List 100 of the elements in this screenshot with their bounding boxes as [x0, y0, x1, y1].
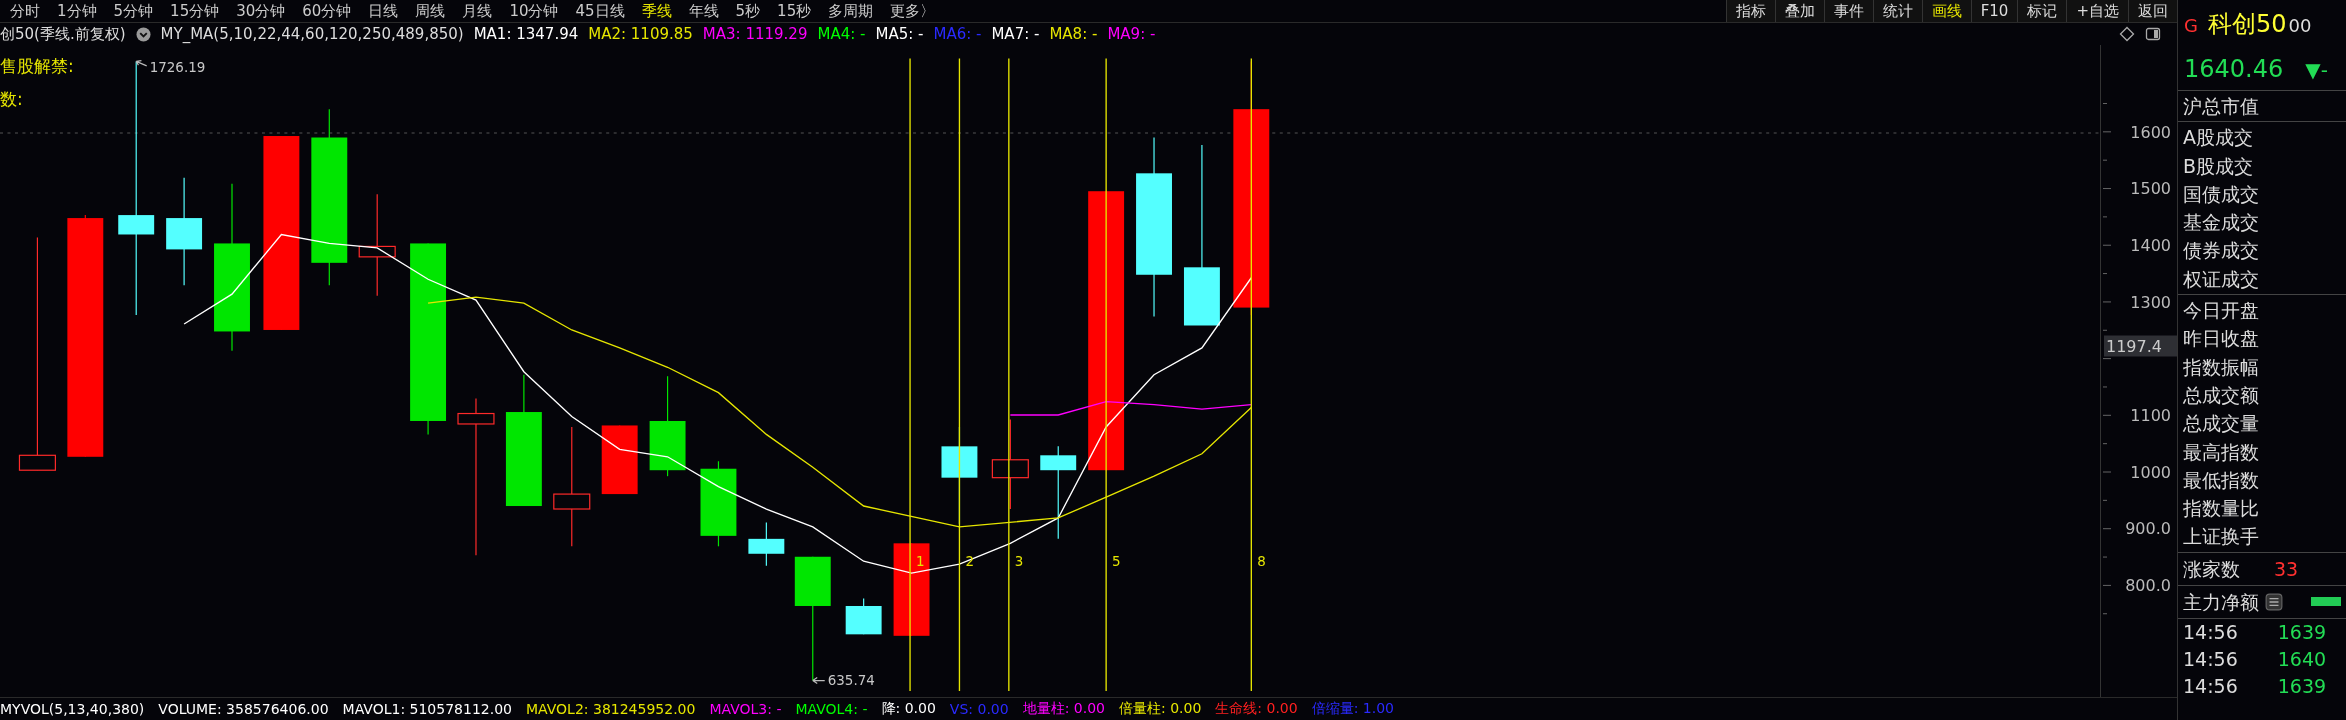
index-price: 1640.46: [2184, 54, 2284, 83]
market-tag: G: [2184, 14, 2198, 36]
chevron-down-icon[interactable]: [135, 26, 151, 42]
indicator-value: MA2: 1109.85: [588, 25, 693, 43]
volume-indicator-value: 倍量柱: 0.00: [1119, 700, 1202, 718]
candlestick: [601, 424, 638, 495]
period-tab[interactable]: 分时: [10, 1, 40, 21]
field-label: 指数量比: [2183, 496, 2260, 522]
high-price-label: 1726.19: [149, 59, 206, 75]
tick-time: 14:56: [2183, 647, 2238, 673]
tick-time: 14:56: [2183, 620, 2238, 646]
volume-indicator-value: MYVOL(5,13,40,380): [0, 701, 145, 717]
period-tab[interactable]: 5秒: [735, 1, 761, 21]
toolbar-button[interactable]: 统计: [1872, 0, 1922, 22]
candlestick: [845, 597, 882, 635]
volume-indicator-value: VS: 0.00: [949, 701, 1009, 717]
indicator-value: MA8: -: [1049, 25, 1098, 43]
toolbar-button[interactable]: F10: [1970, 0, 2018, 22]
volume-indicator-value: MAVOL3: -: [709, 701, 782, 717]
tick-price: 1639: [2277, 621, 2327, 644]
axis-label: 1300: [2130, 292, 2171, 312]
marker-label: 3: [1014, 553, 1024, 569]
indicator-value: MA1: 1347.94: [473, 25, 579, 43]
field-label: 涨家数: [2183, 556, 2240, 582]
marker-line[interactable]: [909, 57, 911, 692]
field-label: 最高指数: [2183, 439, 2260, 465]
field-label: A股成交: [2183, 125, 2254, 151]
marker-line[interactable]: [958, 57, 961, 692]
volume-indicator-value: MAVOL1: 510578112.00: [342, 701, 512, 717]
volume-indicator-value: 降: 0.00: [881, 700, 936, 718]
period-tab[interactable]: 1分钟: [57, 1, 97, 21]
toolbar-button[interactable]: 事件: [1823, 0, 1873, 22]
period-tab[interactable]: 45日线: [575, 1, 625, 21]
axis-label: 800.0: [2125, 575, 2171, 595]
field-label: 昨日收盘: [2183, 326, 2260, 352]
volume-indicator-value: VOLUME: 358576406.00: [158, 701, 329, 717]
indicator-value: MA6: -: [933, 25, 982, 43]
field-label: 国债成交: [2183, 181, 2260, 207]
period-tab[interactable]: 10分钟: [509, 1, 559, 21]
field-label: B股成交: [2183, 153, 2255, 179]
axis-label: 1500: [2130, 178, 2171, 198]
axis-label: 1400: [2130, 235, 2171, 255]
arrow-icon: [135, 60, 148, 67]
price-change: ▼-: [2305, 57, 2328, 82]
field-label: 指数振幅: [2183, 354, 2260, 380]
toolbar-button[interactable]: 指标: [1725, 0, 1775, 22]
index-name: 科创50: [2207, 8, 2287, 40]
marker-label: 5: [1112, 553, 1121, 569]
toolbar-button[interactable]: 返回: [2128, 0, 2177, 22]
field-value: 33: [2274, 557, 2299, 580]
period-tab[interactable]: 30分钟: [236, 1, 286, 21]
marker-line[interactable]: [1250, 57, 1252, 692]
axis-label: 900.0: [2125, 518, 2171, 538]
period-tab[interactable]: 多周期: [828, 1, 874, 21]
period-tab[interactable]: 周线: [415, 1, 446, 21]
diamond-icon[interactable]: [2119, 26, 2135, 42]
event-label: 数:: [0, 88, 24, 111]
toolbar-button[interactable]: 标记: [2017, 0, 2067, 22]
panel-toggle-icon[interactable]: [2145, 26, 2161, 42]
field-label: 主力净额: [2183, 589, 2259, 615]
low-price-label: 635.74: [827, 673, 875, 689]
period-tab[interactable]: 日线: [368, 1, 399, 21]
field-label: 总成交量: [2183, 411, 2260, 437]
period-tab[interactable]: 季线: [641, 1, 672, 21]
period-tab[interactable]: 60分钟: [302, 1, 352, 21]
field-label: 上证换手: [2183, 524, 2260, 550]
field-label: 权证成交: [2183, 266, 2260, 292]
volume-indicator-value: 地量柱: 0.00: [1022, 700, 1105, 718]
field-label: 沪总市值: [2183, 94, 2260, 119]
tick-time: 14:56: [2183, 674, 2238, 700]
field-label: 总成交额: [2183, 382, 2260, 408]
marker-line[interactable]: [1105, 57, 1107, 692]
volume-indicator-value: MAVOL2: 381245952.00: [526, 701, 696, 717]
toolbar-button[interactable]: 画线: [1921, 0, 1971, 22]
period-tab[interactable]: 更多〉: [890, 1, 936, 21]
field-label: 基金成交: [2183, 210, 2260, 236]
list-icon[interactable]: [2265, 592, 2283, 611]
period-tab[interactable]: 15秒: [777, 1, 812, 21]
period-tab[interactable]: 15分钟: [170, 1, 220, 21]
indicator-value: MA7: -: [991, 25, 1040, 43]
current-price-tag: 1197.4: [2104, 335, 2177, 357]
indicator-value: MA4: -: [817, 25, 866, 43]
marker-label: 1: [916, 553, 925, 569]
toolbar-button[interactable]: 叠加: [1774, 0, 1824, 22]
marker-line[interactable]: [1008, 57, 1010, 692]
period-tab[interactable]: 月线: [462, 1, 493, 21]
candlestick: [748, 521, 785, 567]
volume-indicator-value: 生命线: 0.00: [1215, 700, 1298, 718]
index-code: 00: [2288, 14, 2312, 36]
field-label: 最低指数: [2183, 467, 2260, 493]
arrow-icon: [812, 677, 826, 685]
indicator-value: MA9: -: [1107, 25, 1156, 43]
period-tab[interactable]: 5分钟: [113, 1, 154, 21]
volume-indicator-value: 倍缩量: 1.00: [1311, 700, 1395, 718]
period-tab[interactable]: 年线: [688, 1, 719, 21]
axis-label: 1100: [2130, 405, 2171, 425]
indicator-value: MA5: -: [875, 25, 924, 43]
toolbar-button[interactable]: +自选: [2066, 0, 2128, 22]
tick-price: 1640: [2277, 648, 2327, 671]
volume-indicator-value: MAVOL4: -: [795, 701, 868, 717]
